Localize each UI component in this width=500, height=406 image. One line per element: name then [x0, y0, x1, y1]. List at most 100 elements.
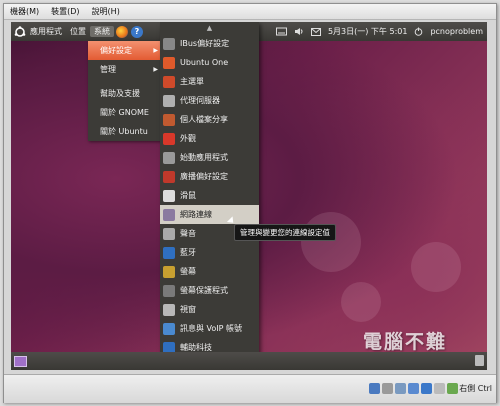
usb-icon[interactable]	[395, 383, 406, 394]
menu-item-about-gnome[interactable]: 關於 GNOME	[88, 103, 163, 122]
capture-icon[interactable]	[447, 383, 458, 394]
pref-item[interactable]: 螢幕保護程式	[160, 281, 259, 300]
menu-item-preferences[interactable]: 偏好設定 ▶	[88, 41, 163, 60]
pref-item[interactable]: 訊息與 VoIP 帳號	[160, 319, 259, 338]
show-desktop-icon[interactable]	[14, 356, 27, 367]
pref-item-label: 外觀	[180, 134, 196, 143]
preferences-items: IBus偏好設定 Ubuntu One 主選單代理伺服器個人檔案分享 外觀始動應用程式…	[160, 34, 259, 370]
pref-item-label: 個人檔案分享	[180, 115, 228, 124]
submenu-arrow-icon: ▶	[153, 66, 158, 73]
menu-item-label: 關於 Ubuntu	[100, 127, 148, 136]
pref-item-label: 廣播偏好設定	[180, 172, 228, 181]
harddisk-icon[interactable]	[369, 383, 380, 394]
places-menu[interactable]: 位置	[66, 26, 90, 37]
wallpaper-bokeh	[341, 282, 381, 322]
pref-item-label: IBus偏好設定	[180, 39, 230, 48]
vbox-statusbar: 右側 Ctrl	[4, 374, 496, 403]
pref-item[interactable]: IBus偏好設定	[160, 34, 259, 53]
messaging-icon	[163, 322, 175, 335]
wallpaper-bokeh	[301, 212, 361, 272]
cdrom-icon[interactable]	[382, 383, 393, 394]
virtualbox-window: 機器(M) 裝置(D) 說明(H) 應用程式 位置 系統 ? 5月3日(一) 下…	[3, 3, 497, 403]
pref-item-label: 螢幕保護程式	[180, 286, 228, 295]
power-icon[interactable]	[414, 27, 423, 36]
pref-item[interactable]: 外觀	[160, 129, 259, 148]
window-icon	[163, 303, 175, 316]
pref-item[interactable]: 螢幕	[160, 262, 259, 281]
pref-item[interactable]: 個人檔案分享	[160, 110, 259, 129]
mail-icon[interactable]	[310, 27, 321, 36]
mouse-integration-icon[interactable]	[434, 383, 445, 394]
pref-item[interactable]: 代理伺服器	[160, 91, 259, 110]
firefox-icon[interactable]	[116, 25, 128, 38]
startup-icon	[163, 151, 175, 164]
menu-item-label: 關於 GNOME	[100, 108, 149, 117]
sound-icon	[163, 227, 175, 240]
system-menu[interactable]: 系統	[90, 26, 114, 37]
pref-item[interactable]: 始動應用程式	[160, 148, 259, 167]
main-menu-icon	[163, 75, 175, 88]
ubuntu-logo-icon[interactable]	[14, 25, 26, 38]
pref-item[interactable]: Ubuntu One	[160, 53, 259, 72]
host-key-label: 右側 Ctrl	[459, 384, 492, 393]
pref-item-label: 滑鼠	[180, 191, 196, 200]
bluetooth-icon	[163, 246, 175, 259]
menu-devices[interactable]: 裝置(D)	[45, 6, 85, 17]
menu-item-label: 偏好設定	[100, 46, 132, 55]
pref-item[interactable]: 網路連線	[160, 205, 259, 224]
pref-item[interactable]: 滑鼠	[160, 186, 259, 205]
clock[interactable]: 5月3日(一) 下午 5:01	[328, 26, 407, 37]
pref-item-label: 訊息與 VoIP 帳號	[180, 324, 243, 333]
pref-item[interactable]: 廣播偏好設定	[160, 167, 259, 186]
pref-item[interactable]: 視窗	[160, 300, 259, 319]
menu-item-label: 管理	[100, 65, 116, 74]
pref-item-label: 螢幕	[180, 267, 196, 276]
pref-item[interactable]: 主選單	[160, 72, 259, 91]
pref-item-label: 藍牙	[180, 248, 196, 257]
screensaver-icon	[163, 284, 175, 297]
device-status-icons	[369, 383, 458, 394]
vbox-menubar: 機器(M) 裝置(D) 說明(H)	[4, 4, 496, 20]
keyboard-icon	[163, 37, 175, 50]
pref-item-label: 視窗	[180, 305, 196, 314]
network-adapter-icon[interactable]	[421, 383, 432, 394]
broadcast-icon	[163, 170, 175, 183]
applications-menu[interactable]: 應用程式	[26, 26, 66, 37]
sharing-icon	[163, 113, 175, 126]
menu-item-about-ubuntu[interactable]: 關於 Ubuntu	[88, 122, 163, 141]
mouse-icon	[163, 189, 175, 202]
panel-indicators: 5月3日(一) 下午 5:01 pcnoproblem	[275, 22, 483, 41]
pref-item-label: 主選單	[180, 77, 204, 86]
network-icon	[163, 208, 175, 221]
pref-item[interactable]: 藍牙	[160, 243, 259, 262]
proxy-icon	[163, 94, 175, 107]
volume-icon[interactable]	[294, 27, 304, 36]
trash-icon[interactable]	[475, 355, 484, 366]
help-icon[interactable]: ?	[131, 25, 143, 38]
keyboard-indicator-icon[interactable]	[275, 27, 287, 36]
wallpaper-bokeh	[411, 242, 461, 292]
tooltip: 管理與變更您的連線設定值	[234, 224, 336, 241]
bottom-panel	[11, 352, 487, 370]
shared-folders-icon[interactable]	[408, 383, 419, 394]
scroll-up-arrow-icon[interactable]: ▲	[160, 22, 259, 34]
menu-help[interactable]: 說明(H)	[86, 6, 126, 17]
appearance-icon	[163, 132, 175, 145]
menu-item-administration[interactable]: 管理 ▶	[88, 60, 163, 79]
pref-item-label: 代理伺服器	[180, 96, 220, 105]
user-name[interactable]: pcnoproblem	[430, 27, 483, 36]
pref-item-label: 聲音	[180, 229, 196, 238]
menu-item-label: 幫助及支援	[100, 89, 140, 98]
submenu-arrow-icon: ▶	[153, 47, 158, 54]
guest-screen: 應用程式 位置 系統 ? 5月3日(一) 下午 5:01 pcnoproblem…	[11, 22, 487, 370]
pref-item-label: 始動應用程式	[180, 153, 228, 162]
watermark-logo: 電腦不難	[363, 331, 448, 353]
menu-item-help-support[interactable]: 幫助及支援	[88, 84, 163, 103]
ubuntu-one-icon	[163, 56, 175, 69]
system-dropdown: 偏好設定 ▶ 管理 ▶ 幫助及支援 關於 GNOME 關於 Ubuntu	[88, 41, 163, 141]
menu-machine[interactable]: 機器(M)	[4, 6, 45, 17]
preferences-submenu: ▲ IBus偏好設定 Ubuntu One 主選單代理伺服器個人檔案分享 外觀始動應用…	[160, 22, 259, 370]
pref-item-label: Ubuntu One	[180, 58, 229, 67]
display-icon	[163, 265, 175, 278]
pref-item-label: 網路連線	[180, 210, 212, 219]
